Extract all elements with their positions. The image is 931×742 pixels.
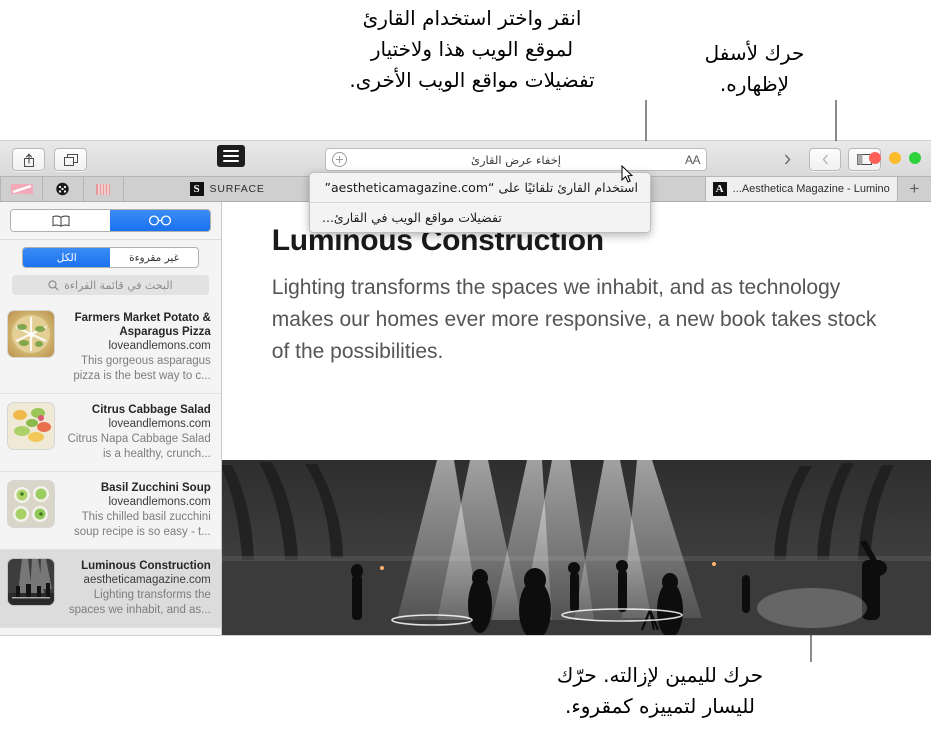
filter-unread[interactable]: غير مقروءة xyxy=(110,248,198,267)
tab-overview-button[interactable] xyxy=(54,148,87,171)
glasses-icon xyxy=(149,215,172,226)
filter-wrap: غير مقروءة الكل xyxy=(0,240,221,272)
callout-top-left: انقر واختر استخدام القارئ لموقع الويب هذ… xyxy=(349,6,595,92)
back-button[interactable] xyxy=(809,148,841,171)
sidebar-segmented-control[interactable] xyxy=(10,209,211,232)
list-item-site: loveandlemons.com xyxy=(108,340,211,352)
list-item[interactable]: Farmers Market Potato & Asparagus Pizza … xyxy=(0,302,221,394)
search-icon xyxy=(48,279,59,291)
list-item-title: Citrus Cabbage Salad xyxy=(91,404,211,416)
list-item-desc: Lighting transforms the spaces we inhabi… xyxy=(68,589,211,616)
tab-pinned-3[interactable] xyxy=(0,177,42,201)
pinned-favicon-icon xyxy=(10,184,33,194)
tab-title: Aesthetica Magazine - Lumino... xyxy=(732,183,890,195)
tab-pinned-1[interactable] xyxy=(82,177,123,201)
filter-all[interactable]: الكل xyxy=(22,248,111,267)
book-icon xyxy=(52,215,70,227)
reader-article: Luminous Construction Lighting transform… xyxy=(221,202,931,635)
tab-aesthetica[interactable]: Aesthetica Magazine - Lumino... A xyxy=(704,177,897,201)
search-wrap: البحث في قائمة القراءة xyxy=(0,272,221,302)
list-item[interactable]: Basil Zucchini Soup loveandlemons.com Th… xyxy=(0,472,221,550)
list-item-desc: Citrus Napa Cabbage Salad is a healthy, … xyxy=(67,433,211,460)
close-button[interactable] xyxy=(909,152,921,164)
menu-item-auto-reader[interactable]: استخدام القارئ تلقائيًا على “aestheticam… xyxy=(310,173,650,202)
tab-pinned-2[interactable] xyxy=(42,177,82,201)
callout-bottom-right: حرك لليمين لإزالته. حرّك لليسار لتمييزه … xyxy=(556,663,764,718)
tab-favicon-icon: S xyxy=(189,182,204,196)
reading-list-items[interactable]: Farmers Market Potato & Asparagus Pizza … xyxy=(0,302,221,635)
zoom-button[interactable] xyxy=(869,152,881,164)
list-item-site: aestheticamagazine.com xyxy=(83,574,211,586)
new-tab-button[interactable]: + xyxy=(896,177,931,201)
list-item-thumbnail xyxy=(8,481,54,527)
address-bar[interactable]: AA إخفاء عرض القارئ xyxy=(325,148,707,171)
reading-list-search-field[interactable]: البحث في قائمة القراءة xyxy=(12,275,209,295)
window-content: غير مقروءة الكل البحث في قائمة القراءة F… xyxy=(0,202,931,635)
list-item-desc: This gorgeous asparagus pizza is the bes… xyxy=(73,355,211,382)
share-icon xyxy=(23,152,34,167)
minimize-button[interactable] xyxy=(889,152,901,164)
article-lede: Lighting transforms the spaces we inhabi… xyxy=(271,276,877,363)
text-size-button[interactable]: AA xyxy=(679,153,706,167)
list-item-title: Farmers Market Potato & Asparagus Pizza xyxy=(74,312,211,338)
mouse-cursor xyxy=(621,165,633,183)
list-item[interactable]: Luminous Construction aestheticamagazine… xyxy=(0,550,221,628)
search-placeholder: البحث في قائمة القراءة xyxy=(64,278,173,292)
share-button[interactable] xyxy=(12,148,45,171)
forward-button[interactable] xyxy=(772,149,802,170)
list-item[interactable]: Citrus Cabbage Salad loveandlemons.com C… xyxy=(0,394,221,472)
reader-lines-icon xyxy=(223,150,239,152)
unread-filter-control[interactable]: غير مقروءة الكل xyxy=(22,247,199,268)
tab-favicon-icon: A xyxy=(712,182,727,196)
sidebar-segmented-wrap xyxy=(0,202,221,239)
reader-settings-menu[interactable]: استخدام القارئ تلقائيًا على “aestheticam… xyxy=(309,172,651,233)
list-item-site: loveandlemons.com xyxy=(108,418,211,430)
tab-title: SURFACE xyxy=(209,183,265,195)
callout-top-right: حرك لأسفل لإظهاره. xyxy=(704,41,805,96)
article-hero-image xyxy=(221,460,931,635)
list-item-site: loveandlemons.com xyxy=(108,496,211,508)
pinned-favicon-icon xyxy=(56,182,70,196)
tab-overview-icon xyxy=(63,153,78,166)
segment-reading-list[interactable] xyxy=(110,210,210,231)
reader-view-button[interactable] xyxy=(217,145,245,167)
window-controls xyxy=(869,152,921,164)
segment-bookmarks[interactable] xyxy=(10,210,111,231)
chevron-back-icon xyxy=(822,154,828,165)
pinned-favicon-icon xyxy=(96,183,111,195)
list-item-title: Luminous Construction xyxy=(81,560,211,572)
list-item-title: Basil Zucchini Soup xyxy=(100,482,211,494)
list-item-desc: This chilled basil zucchini soup recipe … xyxy=(73,511,211,538)
tab-surface[interactable]: SURFACE S xyxy=(122,177,330,201)
chevron-forward-icon xyxy=(784,154,790,165)
list-item-thumbnail xyxy=(8,559,54,605)
list-item-thumbnail xyxy=(8,403,54,449)
add-bookmark-icon[interactable] xyxy=(332,152,347,167)
menu-item-reader-preferences[interactable]: تفضيلات مواقع الويب في القارئ... xyxy=(310,203,650,232)
reading-list-sidebar: غير مقروءة الكل البحث في قائمة القراءة F… xyxy=(0,202,222,635)
list-item-thumbnail xyxy=(8,311,54,357)
